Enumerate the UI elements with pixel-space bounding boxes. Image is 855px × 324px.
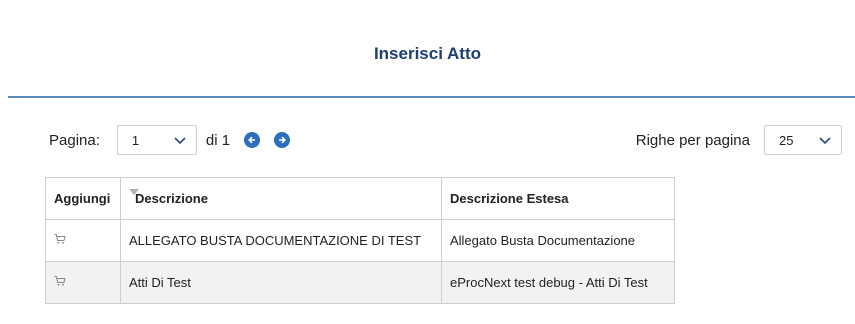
header-aggiungi[interactable]: Aggiungi	[45, 177, 121, 220]
results-table: Aggiungi Descrizione Descrizione Estesa …	[45, 177, 675, 304]
page-select-value: 1	[131, 132, 140, 148]
rows-per-page: Righe per pagina 25	[636, 124, 842, 156]
cell-descrizione: Atti Di Test	[120, 261, 442, 304]
chevron-down-icon	[174, 133, 196, 148]
page-count-label: di 1	[205, 131, 231, 149]
table-row: ALLEGATO BUSTA DOCUMENTAZIONE DI TEST Al…	[45, 219, 675, 262]
sort-indicator-icon	[129, 189, 139, 195]
pagination-bar: Pagina: 1 di 1	[49, 124, 291, 156]
rows-per-page-label: Righe per pagina	[635, 131, 750, 149]
add-cell	[45, 219, 121, 262]
prev-page-button[interactable]	[244, 132, 261, 148]
cell-descrizione-estesa: Allegato Busta Documentazione	[441, 219, 675, 262]
page-title: Inserisci Atto	[373, 44, 482, 63]
arrow-left-icon	[248, 136, 256, 144]
add-cell	[45, 261, 121, 304]
table-row: Atti Di Test eProcNext test debug - Atti…	[45, 261, 675, 304]
next-page-button[interactable]	[274, 132, 291, 148]
rows-per-page-select[interactable]: 25	[764, 125, 842, 155]
rows-per-page-value: 25	[779, 132, 794, 148]
chevron-down-icon	[819, 133, 841, 148]
cell-descrizione-estesa: eProcNext test debug - Atti Di Test	[441, 261, 675, 304]
page-select[interactable]: 1	[116, 125, 197, 155]
cell-descrizione: ALLEGATO BUSTA DOCUMENTAZIONE DI TEST	[120, 219, 442, 262]
header-descrizione[interactable]: Descrizione	[120, 177, 442, 220]
page-label: Pagina:	[49, 131, 100, 149]
cart-icon[interactable]	[54, 233, 66, 248]
arrow-right-icon	[279, 136, 286, 144]
header-descrizione-label: Descrizione	[135, 191, 208, 206]
cart-icon[interactable]	[54, 275, 66, 290]
table-header-row: Aggiungi Descrizione Descrizione Estesa	[45, 177, 675, 220]
header-descrizione-estesa[interactable]: Descrizione Estesa	[441, 177, 675, 220]
title-divider	[8, 96, 855, 98]
